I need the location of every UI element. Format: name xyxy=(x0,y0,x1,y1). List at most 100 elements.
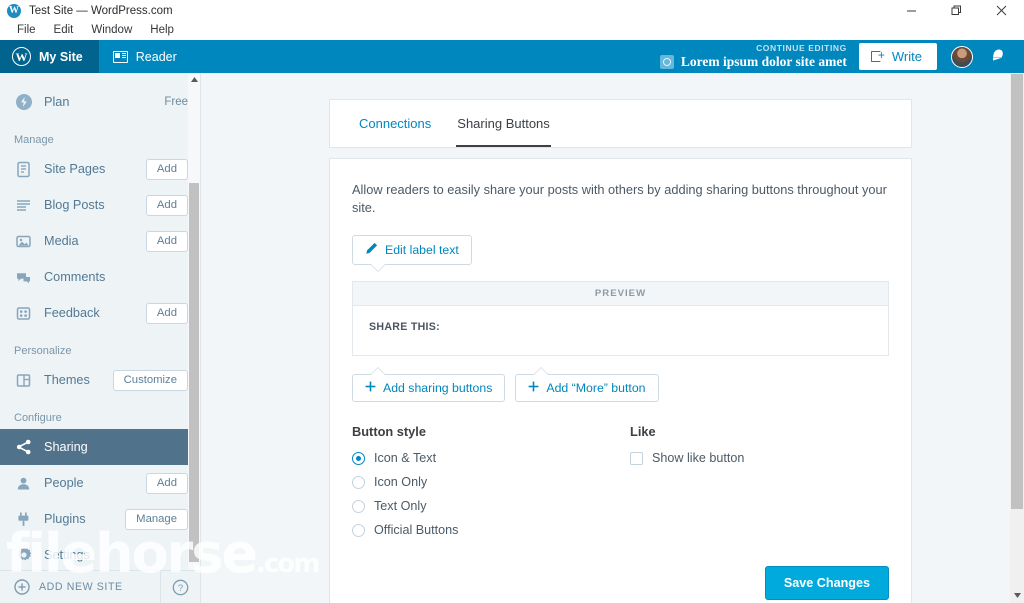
sidebar-item-site-pages[interactable]: Site Pages Add xyxy=(0,151,200,187)
add-new-site-label: ADD NEW SITE xyxy=(39,581,123,593)
sidebar-item-themes[interactable]: Themes Customize xyxy=(0,362,200,398)
sidebar-item-label: People xyxy=(44,476,135,490)
sidebar-item-plugins[interactable]: Plugins Manage xyxy=(0,501,200,537)
window-title: Test Site — WordPress.com xyxy=(29,5,173,17)
sharing-buttons-panel: Allow readers to easily share your posts… xyxy=(329,158,912,603)
masterbar-reader[interactable]: Reader xyxy=(99,40,191,73)
sidebar-item-label: Media xyxy=(44,234,135,248)
main-scrollbar-thumb[interactable] xyxy=(1011,74,1023,509)
sidebar-footer: ADD NEW SITE ? xyxy=(0,570,200,603)
save-changes-button[interactable]: Save Changes xyxy=(765,566,889,600)
edit-label-text-button[interactable]: Edit label text xyxy=(352,235,472,265)
plus-icon xyxy=(365,381,376,395)
my-site-label: My Site xyxy=(39,50,83,64)
sidebar-item-settings[interactable]: Settings xyxy=(0,537,200,570)
checkbox-show-like-button[interactable]: Show like button xyxy=(630,448,744,468)
window-controls xyxy=(889,0,1024,21)
add-people-button[interactable]: Add xyxy=(146,473,188,494)
sidebar-item-label: Feedback xyxy=(44,306,135,320)
add-media-button[interactable]: Add xyxy=(146,231,188,252)
sidebar-item-feedback[interactable]: Feedback Add xyxy=(0,295,200,331)
sidebar-item-plan[interactable]: Plan Free xyxy=(0,84,200,120)
radio-official-buttons[interactable]: Official Buttons xyxy=(352,520,630,540)
sidebar-item-people[interactable]: People Add xyxy=(0,465,200,501)
continue-editing-label: CONTINUE EDITING xyxy=(756,43,847,54)
share-icon xyxy=(14,438,33,457)
settings-columns: Button style Icon & Text Icon Only xyxy=(352,424,889,544)
main-scrollbar[interactable] xyxy=(1010,73,1024,603)
wordpress-icon: W xyxy=(7,4,21,18)
sharing-preview: PREVIEW SHARE THIS: xyxy=(352,281,889,356)
manage-plugins-button[interactable]: Manage xyxy=(125,509,188,530)
sidebar-section-manage: Manage xyxy=(0,120,200,151)
sidebar-item-media[interactable]: Media Add xyxy=(0,223,200,259)
scroll-down-icon[interactable] xyxy=(1010,587,1024,603)
sidebar-item-label: Themes xyxy=(44,373,102,387)
close-icon[interactable] xyxy=(979,0,1024,21)
add-buttons-row: Add sharing buttons Add “More” button xyxy=(352,374,889,402)
radio-label: Text Only xyxy=(374,499,427,513)
save-row: Save Changes xyxy=(352,566,889,600)
menu-bar: File Edit Window Help xyxy=(0,21,1024,40)
site-globe-icon xyxy=(660,55,674,69)
radio-label: Icon & Text xyxy=(374,451,436,465)
sidebar-item-blog-posts[interactable]: Blog Posts Add xyxy=(0,187,200,223)
sidebar-item-label: Blog Posts xyxy=(44,198,135,212)
write-label: Write xyxy=(892,49,922,64)
add-more-button-label: Add “More” button xyxy=(546,381,645,395)
checkbox-indicator xyxy=(630,452,643,465)
tab-sharing-buttons[interactable]: Sharing Buttons xyxy=(444,100,563,147)
people-icon xyxy=(14,474,33,493)
continue-editing-row: Lorem ipsum dolor site amet xyxy=(660,54,847,70)
content-inner: Connections Sharing Buttons Allow reader… xyxy=(201,73,1024,603)
radio-label: Icon Only xyxy=(374,475,427,489)
menu-window[interactable]: Window xyxy=(82,21,141,40)
menu-help[interactable]: Help xyxy=(141,21,183,40)
sidebar-scrollbar[interactable] xyxy=(188,73,200,570)
button-style-title: Button style xyxy=(352,424,630,439)
radio-indicator xyxy=(352,452,365,465)
add-new-site-button[interactable]: ADD NEW SITE xyxy=(0,579,160,595)
media-icon xyxy=(14,232,33,251)
sidebar-item-comments[interactable]: Comments xyxy=(0,259,200,295)
sidebar-section-personalize: Personalize xyxy=(0,331,200,362)
menu-file[interactable]: File xyxy=(8,21,45,40)
menu-edit[interactable]: Edit xyxy=(45,21,83,40)
reader-label: Reader xyxy=(136,50,177,64)
preview-body: SHARE THIS: xyxy=(353,306,888,355)
restore-icon[interactable] xyxy=(934,0,979,21)
radio-text-only[interactable]: Text Only xyxy=(352,496,630,516)
like-title: Like xyxy=(630,424,744,439)
sidebar-item-sharing[interactable]: Sharing xyxy=(0,429,200,465)
minimize-icon[interactable] xyxy=(889,0,934,21)
radio-indicator xyxy=(352,476,365,489)
add-site-page-button[interactable]: Add xyxy=(146,159,188,180)
sidebar-item-label: Plugins xyxy=(44,512,114,526)
scroll-up-icon[interactable] xyxy=(188,73,200,85)
masterbar-my-site[interactable]: W My Site xyxy=(0,40,99,73)
bell-icon[interactable] xyxy=(989,46,1006,68)
add-sharing-buttons-label: Add sharing buttons xyxy=(383,381,492,395)
customize-theme-button[interactable]: Customize xyxy=(113,370,188,391)
plus-circle-icon xyxy=(14,579,30,595)
avatar[interactable] xyxy=(951,46,973,68)
continue-editing[interactable]: CONTINUE EDITING Lorem ipsum dolor site … xyxy=(660,40,859,73)
add-feedback-button[interactable]: Add xyxy=(146,303,188,324)
add-sharing-buttons-button[interactable]: Add sharing buttons xyxy=(352,374,505,402)
add-blog-post-button[interactable]: Add xyxy=(146,195,188,216)
write-button[interactable]: + Write xyxy=(859,43,937,70)
posts-icon xyxy=(14,196,33,215)
sidebar-section-configure: Configure xyxy=(0,398,200,429)
write-icon: + xyxy=(871,50,885,64)
radio-icon-only[interactable]: Icon Only xyxy=(352,472,630,492)
sidebar-item-label: Sharing xyxy=(44,440,188,454)
plan-value: Free xyxy=(164,96,188,108)
page-icon xyxy=(14,160,33,179)
sidebar: Plan Free Manage Site Pages Add xyxy=(0,73,201,603)
sidebar-scrollbar-thumb[interactable] xyxy=(189,183,199,562)
tab-connections[interactable]: Connections xyxy=(346,100,444,147)
masterbar-spacer xyxy=(191,40,660,73)
help-icon[interactable]: ? xyxy=(160,571,200,603)
add-more-button[interactable]: Add “More” button xyxy=(515,374,658,402)
radio-icon-and-text[interactable]: Icon & Text xyxy=(352,448,630,468)
